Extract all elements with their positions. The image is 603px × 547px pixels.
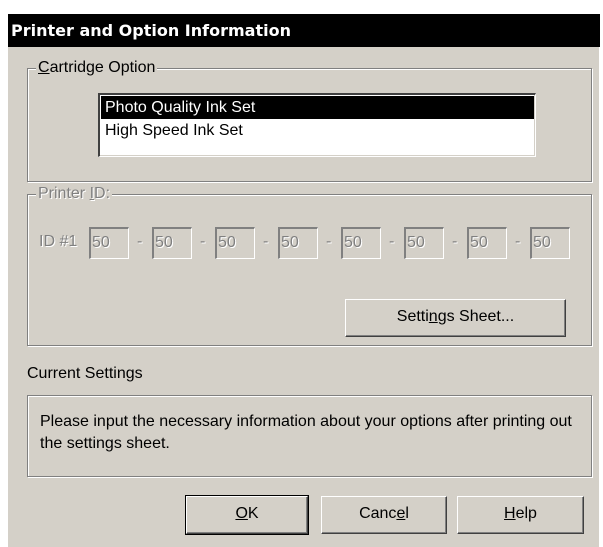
- current-settings-box: Please input the necessary information a…: [27, 395, 592, 477]
- printer-id-legend: Printer ID:: [36, 185, 113, 203]
- settings-sheet-button[interactable]: Settings Sheet...: [345, 299, 566, 337]
- id-separator: -: [200, 233, 206, 250]
- printer-id-group: Printer ID: ID #1 50 - 50 - 50 - 50 - 50…: [27, 185, 592, 346]
- window-title: Printer and Option Information: [11, 21, 291, 40]
- id-separator: -: [389, 233, 395, 250]
- id-number-label: ID #1: [39, 233, 78, 250]
- printer-id-field-8[interactable]: 50: [530, 227, 570, 259]
- cartridge-option-legend: Cartridge Option: [36, 59, 158, 77]
- ok-button[interactable]: OK: [185, 495, 309, 535]
- id-separator: -: [326, 233, 332, 250]
- current-settings-message: Please input the necessary information a…: [40, 413, 572, 452]
- list-item-photo-quality[interactable]: Photo Quality Ink Set: [101, 96, 534, 119]
- printer-id-field-6[interactable]: 50: [404, 227, 444, 259]
- dialog-window: Printer and Option Information Cartridge…: [7, 13, 600, 547]
- printer-id-field-3[interactable]: 50: [215, 227, 255, 259]
- list-item-high-speed[interactable]: High Speed Ink Set: [101, 119, 534, 142]
- id-separator: -: [137, 233, 143, 250]
- printer-id-field-2[interactable]: 50: [152, 227, 192, 259]
- cartridge-option-group: Cartridge Option Photo Quality Ink Set H…: [27, 59, 592, 182]
- cancel-button[interactable]: Cancel: [321, 496, 447, 534]
- printer-id-field-4[interactable]: 50: [278, 227, 318, 259]
- printer-id-field-1[interactable]: 50: [89, 227, 129, 259]
- printer-id-field-7[interactable]: 50: [467, 227, 507, 259]
- cartridge-listbox[interactable]: Photo Quality Ink Set High Speed Ink Set: [98, 93, 536, 157]
- id-separator: -: [515, 233, 521, 250]
- printer-id-field-5[interactable]: 50: [341, 227, 381, 259]
- title-bar: Printer and Option Information: [8, 14, 600, 47]
- current-settings-label: Current Settings: [27, 365, 143, 382]
- id-separator: -: [452, 233, 458, 250]
- id-separator: -: [263, 233, 269, 250]
- help-button[interactable]: Help: [457, 496, 584, 534]
